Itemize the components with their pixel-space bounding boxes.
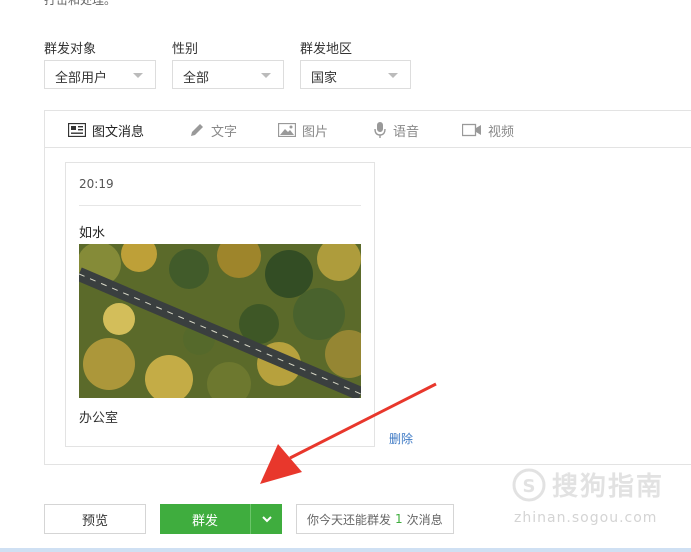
gender-label: 性别 — [172, 42, 199, 57]
tab-image-label: 图片 — [302, 124, 329, 140]
card-cover-image — [79, 244, 361, 398]
chevron-down-icon — [261, 515, 272, 522]
target-select[interactable]: 全部用户 — [44, 60, 156, 89]
target-select-value: 全部用户 — [55, 71, 108, 86]
chevron-down-icon — [388, 73, 398, 78]
preview-button[interactable]: 预览 — [44, 504, 146, 534]
news-icon — [68, 123, 86, 137]
sogou-watermark: S 搜狗指南 — [512, 466, 664, 503]
tab-text-label: 文字 — [211, 124, 238, 140]
quota-count: 1 — [395, 512, 403, 526]
video-icon — [462, 123, 481, 137]
card-time: 20:19 — [79, 177, 114, 191]
watermark-url: zhinan.sogou.com — [514, 510, 658, 526]
card-divider — [79, 205, 361, 206]
card-footer-text: 办公室 — [79, 411, 119, 426]
tab-voice-label: 语音 — [393, 124, 420, 140]
region-select[interactable]: 国家 — [300, 60, 411, 89]
microphone-icon — [374, 122, 386, 138]
tab-news[interactable]: 图文消息 — [68, 121, 145, 140]
pencil-icon — [191, 124, 203, 136]
send-quota-notice: 你今天还能群发 1 次消息 — [296, 504, 454, 534]
tab-image[interactable]: 图片 — [278, 121, 329, 140]
gender-select[interactable]: 全部 — [172, 60, 284, 89]
send-options-dropdown[interactable] — [250, 504, 282, 534]
region-label: 群发地区 — [300, 42, 353, 57]
chevron-down-icon — [261, 73, 271, 78]
quota-prefix: 你今天还能群发 — [307, 512, 392, 527]
bottom-border-bar — [0, 548, 691, 552]
chevron-down-icon — [133, 73, 143, 78]
tab-video-label: 视频 — [488, 124, 515, 140]
watermark-text: 搜狗指南 — [552, 472, 665, 502]
send-button-label: 群发 — [191, 513, 218, 529]
target-label: 群发对象 — [44, 42, 97, 57]
region-select-value: 国家 — [311, 71, 338, 86]
tab-voice[interactable]: 语音 — [373, 121, 420, 140]
tab-news-label: 图文消息 — [92, 124, 145, 140]
red-arrow-annotation — [260, 382, 437, 484]
preview-button-label: 预览 — [81, 513, 108, 529]
tab-text[interactable]: 文字 — [189, 121, 238, 140]
svg-text:S: S — [523, 476, 536, 497]
image-icon — [278, 123, 296, 137]
tab-video[interactable]: 视频 — [462, 121, 515, 140]
truncated-instruction-text: 打击和处理。 — [44, 0, 117, 7]
gender-select-value: 全部 — [183, 71, 210, 86]
card-title: 如水 — [79, 226, 106, 241]
sogou-logo-icon: S — [512, 468, 546, 501]
send-button[interactable]: 群发 — [160, 504, 250, 534]
quota-suffix: 次消息 — [406, 512, 443, 527]
